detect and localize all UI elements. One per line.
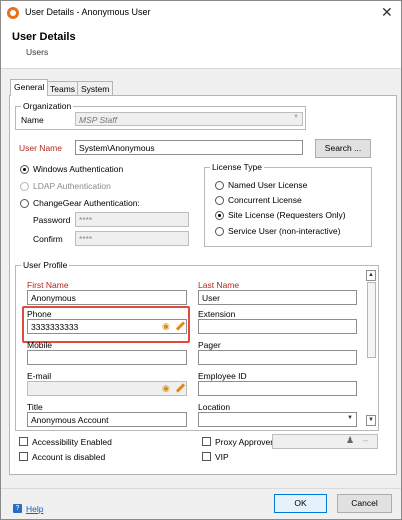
user-profile-legend: User Profile (21, 260, 70, 270)
windows-auth-label: Windows Authentication (33, 164, 124, 174)
email-label: E-mail (27, 371, 52, 381)
employee-id-input[interactable] (198, 381, 357, 396)
changegear-auth-label: ChangeGear Authentication: (33, 198, 140, 208)
clear-icon[interactable]: – (363, 435, 368, 445)
location-label: Location (198, 402, 231, 412)
chevron-down-icon: ▼ (293, 114, 299, 120)
extension-label: Extension (198, 309, 236, 319)
footer-divider (1, 488, 401, 489)
pager-label: Pager (198, 340, 221, 350)
person-icon[interactable]: ♟ (346, 435, 354, 446)
last-name-label: Last Name (198, 280, 240, 290)
named-license-radio[interactable] (215, 181, 224, 190)
title-input[interactable]: Anonymous Account (27, 412, 187, 427)
org-name-label: Name (21, 115, 44, 125)
title-bar: User Details - Anonymous User ✕ (1, 1, 401, 25)
phone-highlight-box (22, 306, 190, 343)
service-user-radio[interactable] (215, 227, 224, 236)
confirm-label: Confirm (33, 234, 63, 244)
tab-general[interactable]: General (10, 79, 49, 96)
page-subtitle: Users (26, 47, 49, 57)
app-icon (7, 7, 19, 19)
account-disabled-checkbox[interactable] (19, 452, 28, 461)
vip-label: VIP (215, 452, 229, 462)
page-title: User Details (12, 31, 76, 43)
extension-input[interactable] (198, 319, 357, 334)
proxy-approver-checkbox[interactable] (202, 437, 211, 446)
user-details-window: User Details - Anonymous User ✕ User Det… (0, 0, 402, 520)
named-license-label: Named User License (228, 180, 308, 190)
help-link[interactable]: Help (26, 504, 43, 514)
ldap-auth-radio[interactable] (20, 182, 29, 191)
changegear-auth-radio[interactable] (20, 199, 29, 208)
scroll-up-icon[interactable]: ▲ (366, 270, 376, 281)
employee-id-label: Employee ID (198, 371, 247, 381)
last-name-input[interactable]: User (198, 290, 357, 305)
accessibility-checkbox[interactable] (19, 437, 28, 446)
ldap-auth-label: LDAP Authentication (33, 181, 111, 191)
mobile-label: Mobile (27, 340, 53, 350)
confirm-field[interactable]: **** (75, 231, 189, 246)
search-button[interactable]: Search ... (315, 139, 371, 158)
password-label: Password (33, 215, 71, 225)
windows-auth-radio[interactable] (20, 165, 29, 174)
help-icon[interactable]: ? (13, 504, 22, 513)
site-license-label: Site License (Requesters Only) (228, 210, 346, 220)
location-chevron-icon[interactable]: ▼ (347, 415, 353, 421)
close-icon[interactable]: ✕ (381, 4, 393, 21)
title-label: Title (27, 402, 43, 412)
proxy-approver-label: Proxy Approver (215, 437, 274, 447)
service-user-label: Service User (non-interactive) (228, 226, 341, 236)
account-disabled-label: Account is disabled (32, 452, 106, 462)
dialog-header: User Details Users (1, 25, 401, 69)
location-select[interactable] (198, 412, 357, 427)
vip-checkbox[interactable] (202, 452, 211, 461)
org-name-field[interactable]: MSP Staff (75, 112, 303, 126)
accessibility-label: Accessibility Enabled (32, 437, 112, 447)
window-title: User Details - Anonymous User (25, 7, 151, 17)
cancel-button[interactable]: Cancel (337, 494, 392, 513)
username-label: User Name (19, 143, 62, 153)
license-type-legend: License Type (210, 162, 264, 172)
ok-button[interactable]: OK (274, 494, 327, 513)
organization-legend: Organization (21, 101, 74, 111)
username-input[interactable]: System\Anonymous (75, 140, 303, 155)
profile-scrollbar[interactable] (367, 282, 376, 358)
pager-input[interactable] (198, 350, 357, 365)
tab-teams[interactable]: Teams (46, 81, 80, 96)
first-name-input[interactable]: Anonymous (27, 290, 187, 305)
tab-system[interactable]: System (77, 81, 114, 96)
concurrent-license-label: Concurrent License (228, 195, 302, 205)
site-license-radio[interactable] (215, 211, 224, 220)
scroll-down-icon[interactable]: ▼ (366, 415, 376, 426)
email-eye-icon[interactable]: ◉ (162, 383, 170, 394)
first-name-label: First Name (27, 280, 69, 290)
mobile-input[interactable] (27, 350, 187, 365)
concurrent-license-radio[interactable] (215, 196, 224, 205)
password-field[interactable]: **** (75, 212, 189, 227)
